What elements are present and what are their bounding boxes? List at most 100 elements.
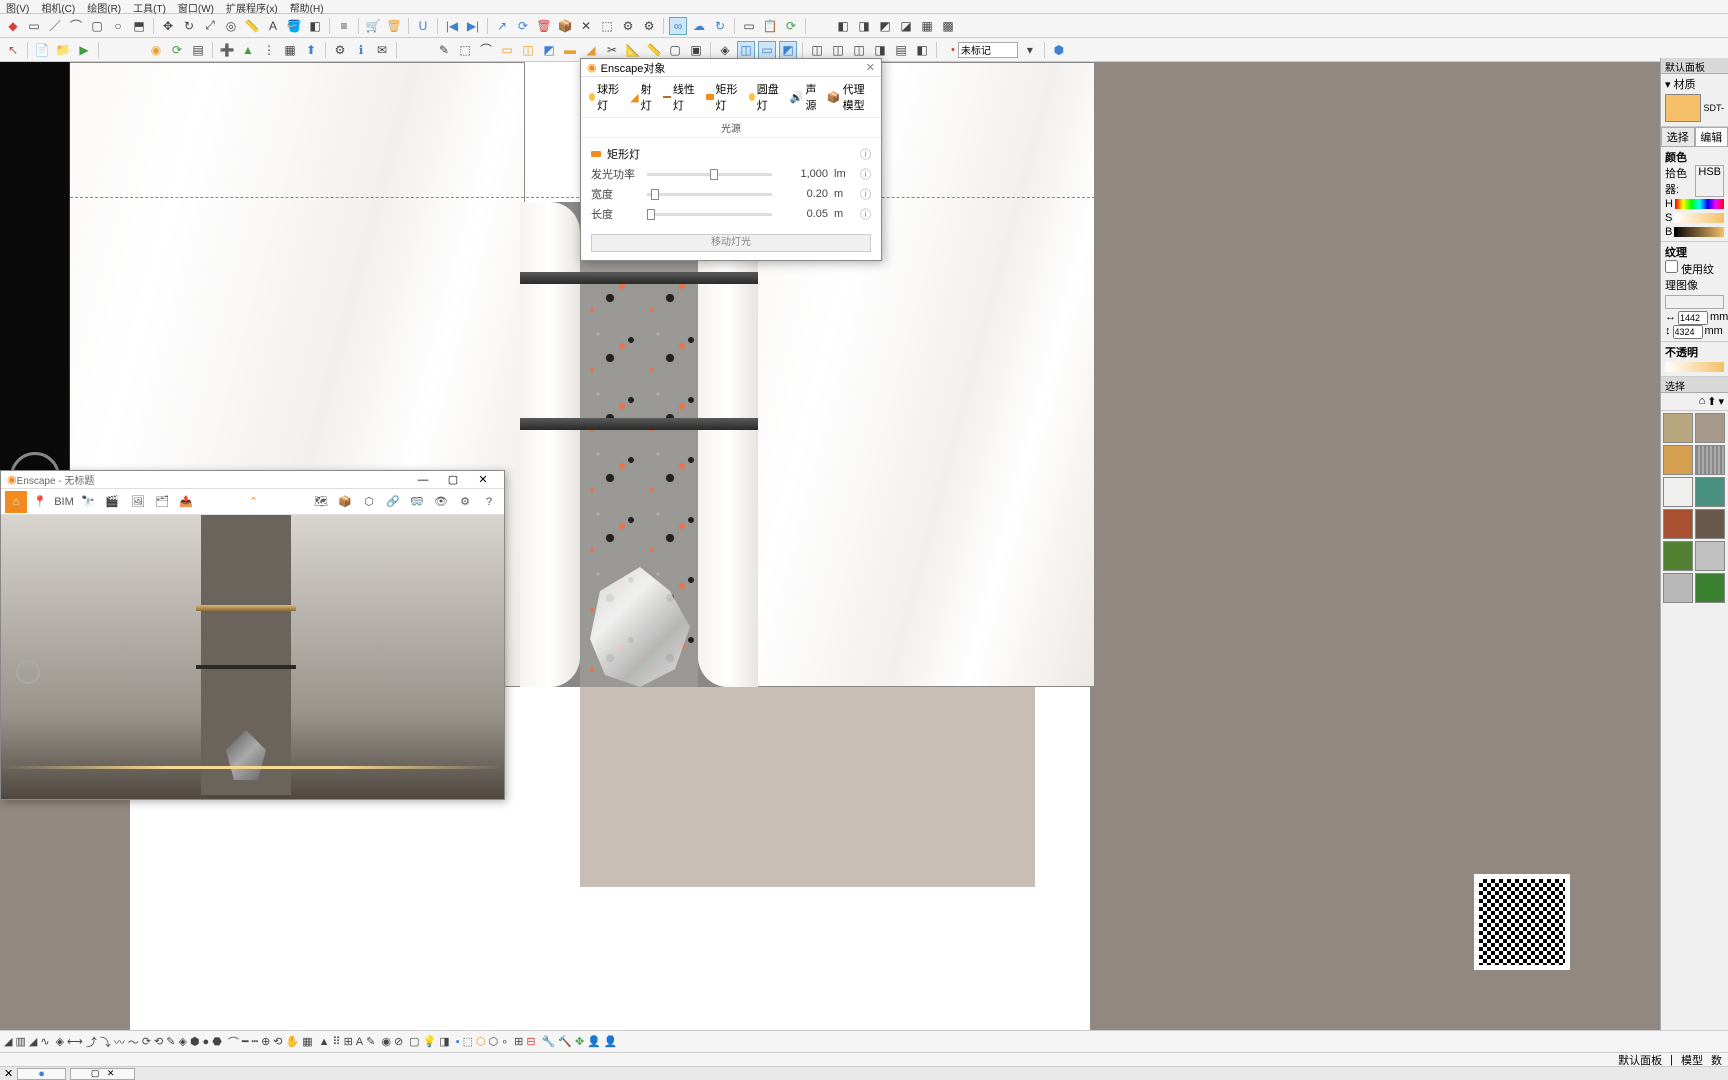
bt-33-icon[interactable]: 💡 bbox=[423, 1035, 437, 1048]
bt-28-icon[interactable]: A bbox=[356, 1036, 363, 1048]
bt-21-icon[interactable]: ⊕ bbox=[261, 1035, 270, 1048]
eye-icon[interactable]: 👁 bbox=[430, 491, 452, 513]
menu-camera[interactable]: 相机(C) bbox=[41, 0, 75, 13]
bt-23-icon[interactable]: ✋ bbox=[286, 1035, 300, 1048]
chevron-up-icon[interactable]: ⌃ bbox=[243, 491, 265, 513]
use-texture-checkbox[interactable]: 使用纹理图像 bbox=[1665, 264, 1714, 292]
bt-46-icon[interactable]: 👤 bbox=[604, 1035, 618, 1048]
maximize-button[interactable]: ▢ bbox=[438, 473, 468, 486]
bt-14-icon[interactable]: ◈ bbox=[178, 1035, 186, 1048]
paint-icon[interactable]: 🪣 bbox=[285, 17, 303, 35]
minimize-button[interactable]: — bbox=[408, 474, 438, 486]
width-slider[interactable] bbox=[647, 193, 772, 196]
layers-icon[interactable]: ▤ bbox=[189, 41, 207, 59]
bt-36-icon[interactable]: ⬚ bbox=[463, 1035, 473, 1048]
current-material-swatch[interactable] bbox=[1665, 94, 1701, 122]
bt-15-icon[interactable]: ⬢ bbox=[190, 1035, 200, 1048]
length-slider[interactable] bbox=[647, 213, 772, 216]
3d-icon[interactable]: ⬡ bbox=[358, 491, 380, 513]
menu-help[interactable]: 帮助(H) bbox=[290, 0, 324, 13]
tag-dd-icon[interactable]: ▾ bbox=[1021, 41, 1039, 59]
bt-1-icon[interactable]: ◢ bbox=[4, 1035, 12, 1048]
mat-swatch[interactable] bbox=[1695, 477, 1725, 507]
nav-up-icon[interactable]: ⬆ bbox=[1707, 395, 1716, 408]
tape-icon[interactable]: 📏 bbox=[243, 17, 261, 35]
pin-icon[interactable]: 📍 bbox=[29, 491, 51, 513]
bt-12-icon[interactable]: ⟲ bbox=[154, 1035, 163, 1048]
tab-disc-light[interactable]: 圆盘灯 bbox=[749, 81, 782, 113]
mat-swatch[interactable] bbox=[1695, 573, 1725, 603]
bt-27-icon[interactable]: ⊞ bbox=[344, 1035, 353, 1048]
settings2-icon[interactable]: ⚙ bbox=[454, 491, 476, 513]
bt-20-icon[interactable]: ┅ bbox=[251, 1035, 258, 1048]
bt-25-icon[interactable]: ▲ bbox=[319, 1036, 330, 1048]
play-icon[interactable]: ▶ bbox=[75, 41, 93, 59]
nav-home-icon[interactable]: ⌂ bbox=[1699, 395, 1706, 408]
cursor-icon[interactable]: ↖ bbox=[4, 41, 22, 59]
link2-icon[interactable]: 🔗 bbox=[382, 491, 404, 513]
screenshot-icon[interactable]: 🖼 bbox=[127, 491, 149, 513]
cloud-icon[interactable]: ☁ bbox=[690, 17, 708, 35]
power-slider[interactable] bbox=[647, 173, 772, 176]
sq2-icon[interactable]: ▣ bbox=[687, 41, 705, 59]
shuffle-icon[interactable]: ✕ bbox=[577, 17, 595, 35]
video-icon[interactable]: 🎬 bbox=[101, 491, 123, 513]
mat-swatch[interactable] bbox=[1695, 509, 1725, 539]
logo-icon[interactable]: ◆ bbox=[4, 17, 22, 35]
bt-39-icon[interactable]: ∘ bbox=[501, 1035, 508, 1048]
bt-9-icon[interactable]: 〰 bbox=[114, 1034, 125, 1050]
shade5-icon[interactable]: ▤ bbox=[892, 41, 910, 59]
clipboard-icon[interactable]: 📋 bbox=[761, 17, 779, 35]
move-icon[interactable]: ✥ bbox=[159, 17, 177, 35]
bri-slider[interactable] bbox=[1674, 227, 1724, 237]
cloud2-icon[interactable]: ↻ bbox=[711, 17, 729, 35]
home-icon[interactable]: ⌂ bbox=[5, 491, 27, 513]
push-icon[interactable]: ⬒ bbox=[130, 17, 148, 35]
bt-22-icon[interactable]: ⟲ bbox=[273, 1035, 282, 1048]
tab-select[interactable]: 选择 bbox=[1661, 127, 1695, 147]
width-info-icon[interactable]: ⓘ bbox=[860, 186, 871, 202]
window-icon[interactable]: ▭ bbox=[740, 17, 758, 35]
mat-swatch[interactable] bbox=[1663, 541, 1693, 571]
arc-icon[interactable]: ⌒ bbox=[67, 17, 85, 35]
persp-icon[interactable]: ◩ bbox=[779, 41, 797, 59]
dialog-titlebar[interactable]: ◉ Enscape对象 ✕ bbox=[581, 59, 881, 77]
binoculars-icon[interactable]: 🔭 bbox=[77, 491, 99, 513]
shade6-icon[interactable]: ◧ bbox=[913, 41, 931, 59]
comp6-icon[interactable]: ▩ bbox=[939, 17, 957, 35]
mat-swatch[interactable] bbox=[1695, 541, 1725, 571]
help-icon[interactable]: ? bbox=[478, 491, 500, 513]
bt-35-icon[interactable]: ▪ bbox=[456, 1036, 460, 1048]
cube-icon[interactable]: ◫ bbox=[519, 41, 537, 59]
comp4-icon[interactable]: ◪ bbox=[897, 17, 915, 35]
shade3-icon[interactable]: ◫ bbox=[850, 41, 868, 59]
scene-tab-2[interactable]: ▢ ✕ bbox=[70, 1068, 136, 1080]
bt-34-icon[interactable]: ◨ bbox=[439, 1035, 449, 1048]
bt-2-icon[interactable]: ▥ bbox=[15, 1035, 25, 1048]
front-icon[interactable]: ▭ bbox=[758, 41, 776, 59]
bt-6-icon[interactable]: ⟷ bbox=[67, 1035, 83, 1048]
frame-icon[interactable]: ⬚ bbox=[456, 41, 474, 59]
text-icon[interactable]: A bbox=[264, 17, 282, 35]
reload-icon[interactable]: ⟳ bbox=[168, 41, 186, 59]
doc-icon[interactable]: 📄 bbox=[33, 41, 51, 59]
rotate-icon[interactable]: ↻ bbox=[180, 17, 198, 35]
trash-icon[interactable]: 🗑 bbox=[385, 17, 403, 35]
delete-icon[interactable]: 🗑 bbox=[535, 17, 553, 35]
tab-line-light[interactable]: 线性灯 bbox=[663, 81, 698, 113]
opacity-slider[interactable] bbox=[1665, 362, 1724, 372]
tex-height-input[interactable] bbox=[1673, 325, 1703, 339]
last-icon[interactable]: ▶| bbox=[464, 17, 482, 35]
line-icon[interactable]: ／ bbox=[46, 17, 64, 35]
bt-4-icon[interactable]: ∿ bbox=[40, 1035, 49, 1048]
shade1-icon[interactable]: ◫ bbox=[808, 41, 826, 59]
view-cube-icon[interactable]: ⬢ bbox=[1050, 41, 1068, 59]
asset-icon[interactable]: 📦 bbox=[334, 491, 356, 513]
bt-38-icon[interactable]: ⬡ bbox=[489, 1035, 499, 1048]
menu-tools[interactable]: 工具(T) bbox=[133, 0, 166, 13]
cut-icon[interactable]: ✂ bbox=[603, 41, 621, 59]
folder-icon[interactable]: 📁 bbox=[54, 41, 72, 59]
dots-icon[interactable]: ⋮ bbox=[260, 41, 278, 59]
bt-18-icon[interactable]: ⌒ bbox=[228, 1034, 239, 1050]
cube2-icon[interactable]: ◩ bbox=[540, 41, 558, 59]
